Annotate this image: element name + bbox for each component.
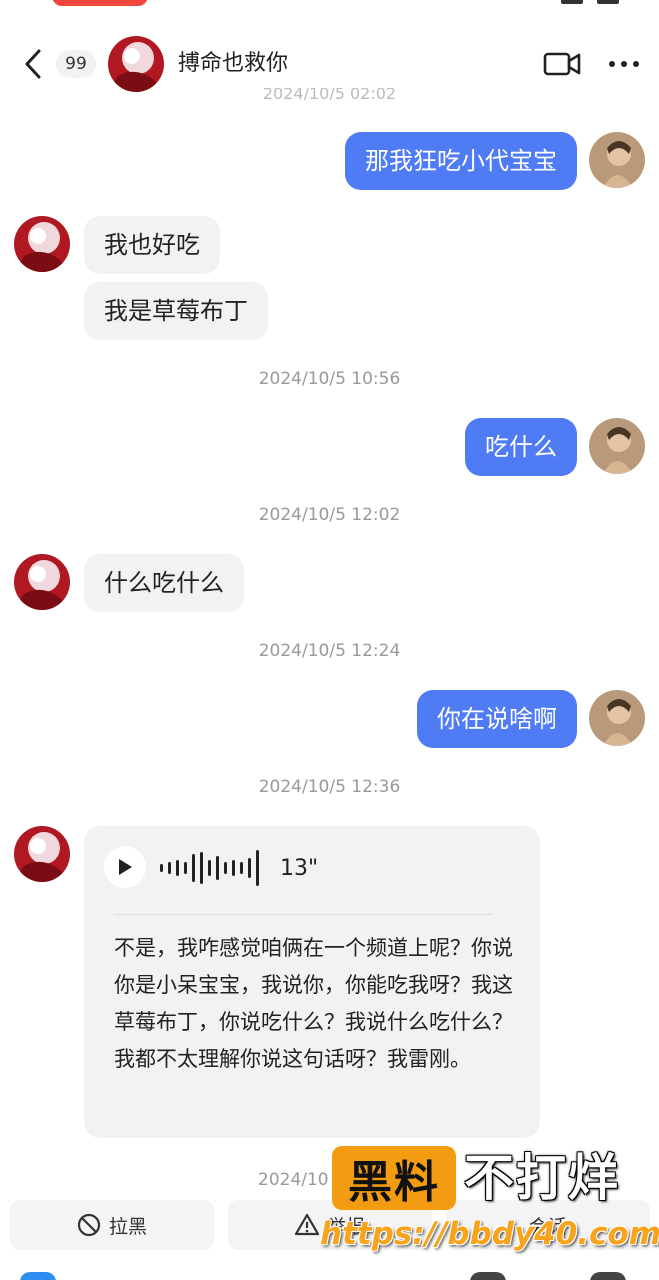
timestamp: 2024/10/5 12:02	[258, 505, 401, 525]
contact-avatar-small[interactable]	[14, 216, 70, 272]
bottom-edge	[0, 1266, 659, 1280]
timestamp: 2024/10/5 10:56	[258, 369, 401, 389]
unread-count-badge[interactable]: 99	[56, 50, 96, 78]
my-avatar[interactable]	[589, 132, 645, 188]
waveform-icon	[160, 850, 259, 886]
back-button[interactable]	[18, 46, 48, 82]
play-icon	[119, 859, 132, 875]
edge-button[interactable]	[20, 1272, 56, 1280]
voice-transcript: 不是，我咋感觉咱俩在一个频道上呢？你说你是小呆宝宝，我说你，你能吃我呀？我这草莓…	[114, 936, 513, 1071]
watermark-url: https://bbdy40.com	[320, 1216, 659, 1252]
timestamp: 2024/10/5 12:24	[258, 641, 401, 661]
incoming-message[interactable]: 我是草莓布丁	[84, 282, 268, 340]
timestamp: 2024/10/5 12:36	[258, 777, 401, 797]
contact-avatar-small[interactable]	[14, 554, 70, 610]
contact-avatar[interactable]	[108, 36, 164, 92]
block-icon	[77, 1213, 101, 1237]
recording-indicator	[52, 0, 148, 6]
outgoing-message[interactable]: 那我狂吃小代宝宝	[345, 132, 577, 190]
voice-duration: 13"	[280, 856, 319, 881]
incoming-message[interactable]: 我也好吃	[84, 216, 220, 274]
edge-button[interactable]	[590, 1272, 626, 1280]
my-avatar[interactable]	[589, 690, 645, 746]
chevron-left-icon	[25, 49, 41, 79]
video-call-button[interactable]	[542, 48, 582, 80]
block-button[interactable]: 拉黑	[10, 1200, 214, 1250]
more-button[interactable]	[604, 48, 644, 80]
outgoing-message[interactable]: 你在说啥啊	[417, 690, 577, 748]
battery-icon	[597, 0, 619, 4]
more-dots-icon	[609, 61, 639, 67]
voice-message[interactable]: 13" 不是，我咋感觉咱俩在一个频道上呢？你说你是小呆宝宝，我说你，你能吃我呀？…	[84, 826, 540, 1138]
watermark-text: 不打烊	[464, 1149, 620, 1207]
my-avatar[interactable]	[589, 418, 645, 474]
timestamp: 2024/10	[258, 1170, 329, 1190]
signal-icon	[561, 0, 583, 4]
outgoing-message[interactable]: 吃什么	[465, 418, 577, 476]
contact-name: 搏命也救你	[178, 51, 289, 76]
warning-icon	[294, 1213, 319, 1236]
incoming-message[interactable]: 什么吃什么	[84, 554, 244, 612]
watermark: 黑料 不打烊 https://bbdy40.com	[320, 1146, 659, 1256]
watermark-badge: 黑料	[332, 1146, 456, 1210]
status-icons	[561, 0, 619, 4]
edge-button[interactable]	[470, 1272, 506, 1280]
block-label: 拉黑	[108, 1215, 147, 1238]
status-bar	[0, 0, 659, 18]
divider	[114, 914, 492, 915]
clipped-timestamp: 2024/10/5 02:02	[262, 88, 397, 100]
video-camera-icon	[543, 52, 581, 76]
contact-avatar-small[interactable]	[14, 826, 70, 882]
play-button[interactable]	[104, 846, 146, 888]
